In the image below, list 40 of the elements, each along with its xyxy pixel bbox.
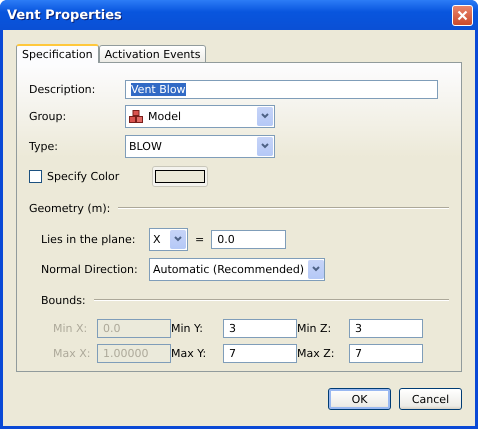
color-swatch — [155, 170, 206, 182]
tab[interactable]: Specification — [16, 44, 99, 63]
dropdown[interactable]: Automatic (Recommended) — [149, 258, 325, 280]
dropdown[interactable]: BLOW — [125, 134, 275, 158]
input-field[interactable]: 7 — [223, 344, 297, 363]
cubes-icon — [129, 110, 144, 122]
input-field[interactable]: 0.0 — [211, 230, 286, 248]
close-button[interactable] — [452, 4, 473, 26]
color-button[interactable] — [152, 166, 208, 186]
field-label: Group: — [29, 110, 68, 122]
checkbox-label: Specify Color — [47, 170, 120, 182]
field-label: Max Z: — [297, 347, 336, 360]
equals-sign: = — [195, 232, 204, 246]
field-label: Max Y: — [171, 347, 208, 360]
field-label: Normal Direction: — [41, 262, 139, 276]
field-label: Min Y: — [171, 322, 204, 335]
window-title: Vent Properties — [7, 8, 122, 22]
section-heading: Geometry (m): — [29, 202, 110, 214]
field-label: Type: — [29, 140, 59, 152]
dropdown-value: X — [153, 232, 161, 246]
dropdown-value: BLOW — [129, 140, 162, 152]
field-label: Min Z: — [297, 322, 332, 335]
checkbox[interactable] — [29, 170, 42, 182]
dialog-button[interactable]: OK — [328, 388, 391, 410]
section-heading: Bounds: — [41, 294, 86, 306]
dropdown[interactable]: X — [149, 228, 188, 250]
input-field[interactable]: Vent Blow — [125, 80, 438, 98]
dropdown[interactable]: Model — [125, 104, 275, 128]
dropdown-value: Automatic (Recommended) — [153, 262, 304, 276]
input-field[interactable]: 3 — [349, 319, 423, 338]
dialog-button[interactable]: Cancel — [399, 388, 462, 410]
tab[interactable]: Activation Events — [98, 45, 206, 62]
field-label: Min X: — [53, 322, 88, 335]
field-label: Lies in the plane: — [41, 232, 136, 246]
close-icon — [457, 10, 468, 20]
field-label: Max X: — [53, 347, 92, 360]
dropdown-value: Model — [148, 110, 182, 122]
input-field[interactable]: 3 — [223, 319, 297, 338]
input-field[interactable]: 7 — [349, 344, 423, 363]
field-label: Description: — [29, 82, 96, 96]
